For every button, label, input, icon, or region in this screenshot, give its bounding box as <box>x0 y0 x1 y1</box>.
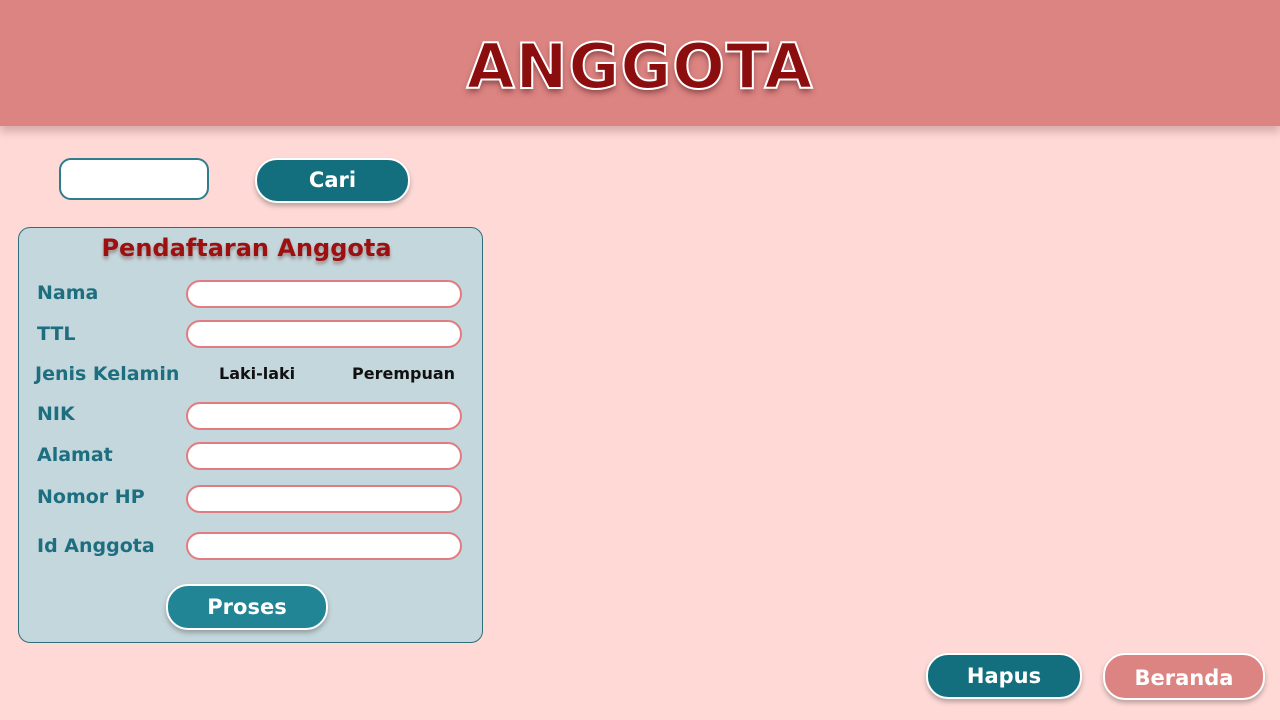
ttl-input[interactable] <box>186 320 462 348</box>
nik-input[interactable] <box>186 402 462 430</box>
id-anggota-input[interactable] <box>186 532 462 560</box>
ttl-label: TTL <box>37 323 76 345</box>
page-title: ANGGOTA <box>466 29 814 104</box>
home-button[interactable]: Beranda <box>1103 653 1265 700</box>
search-input[interactable] <box>59 158 209 200</box>
alamat-input[interactable] <box>186 442 462 470</box>
process-button[interactable]: Proses <box>166 584 328 630</box>
id-anggota-label: Id Anggota <box>37 535 155 557</box>
nomor-hp-label: Nomor HP <box>37 486 145 508</box>
search-button[interactable]: Cari <box>255 158 410 203</box>
gender-option-female[interactable]: Perempuan <box>352 364 455 383</box>
delete-button[interactable]: Hapus <box>926 653 1082 699</box>
form-title: Pendaftaran Anggota <box>101 234 392 262</box>
nama-input[interactable] <box>186 280 462 308</box>
jenis-kelamin-label: Jenis Kelamin <box>35 363 180 385</box>
alamat-label: Alamat <box>37 444 113 466</box>
gender-option-male[interactable]: Laki-laki <box>219 364 295 383</box>
header-bar: ANGGOTA <box>0 0 1280 126</box>
registration-form-panel: Pendaftaran Anggota Nama TTL Jenis Kelam… <box>18 227 483 643</box>
nomor-hp-input[interactable] <box>186 485 462 513</box>
nik-label: NIK <box>37 403 75 425</box>
nama-label: Nama <box>37 282 99 304</box>
